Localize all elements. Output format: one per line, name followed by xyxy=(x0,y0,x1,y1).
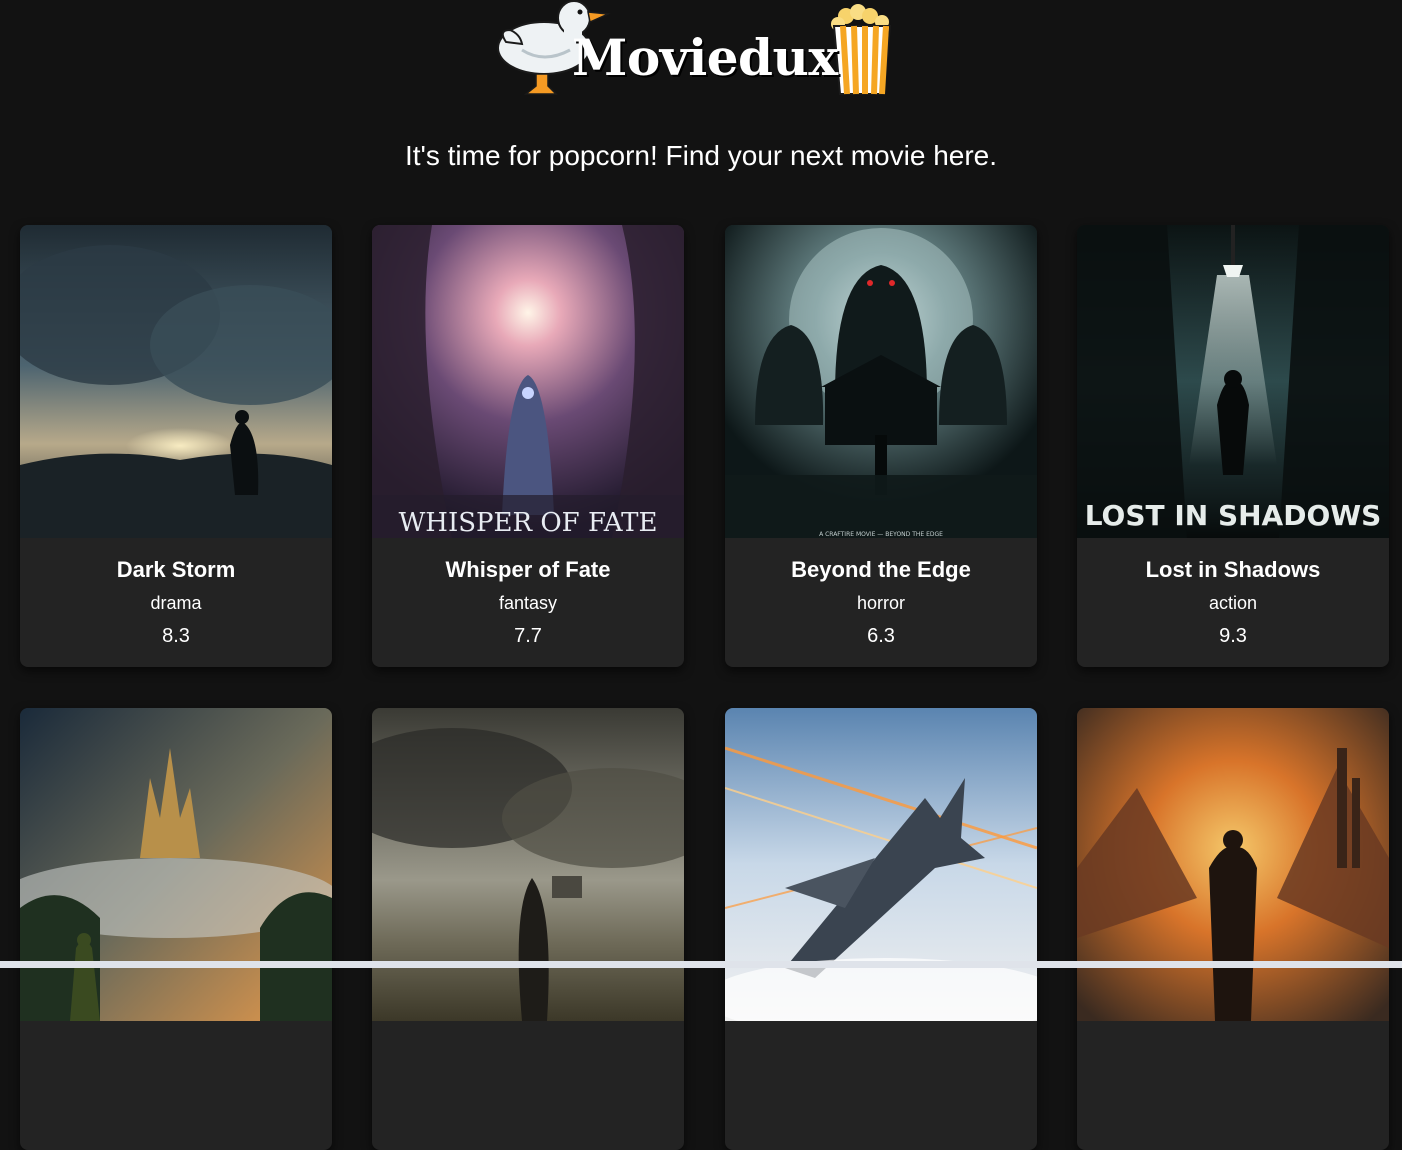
movie-card[interactable] xyxy=(725,708,1037,1150)
movie-card[interactable] xyxy=(20,708,332,1150)
movie-card[interactable]: A CRAFTIRE MOVIE — BEYOND THE EDGE Beyon… xyxy=(725,225,1037,667)
movie-genre: action xyxy=(1208,593,1258,613)
movies-grid: Dark Storm drama 8.3 WHISPER OF FATE Whi… xyxy=(20,225,1390,1150)
movie-poster: A CRAFTIRE MOVIE — BEYOND THE EDGE xyxy=(725,225,1037,538)
movie-poster xyxy=(20,708,332,1021)
movie-genre: drama xyxy=(150,593,202,613)
movie-rating: 8.3 xyxy=(162,625,190,647)
movie-card[interactable]: WHISPER OF FATE Whisper of Fate fantasy … xyxy=(372,225,684,667)
poster-credits: A CRAFTIRE MOVIE — BEYOND THE EDGE xyxy=(819,531,943,538)
movie-card[interactable]: Dark Storm drama 8.3 xyxy=(20,225,332,667)
movie-card[interactable]: LOST IN SHADOWS Lost in Shadows action 9… xyxy=(1077,225,1389,667)
movie-card[interactable] xyxy=(1077,708,1389,1150)
movie-rating: 9.3 xyxy=(1219,625,1247,647)
poster-title: WHISPER OF FATE xyxy=(399,508,658,538)
movie-poster xyxy=(1077,708,1389,1021)
site-header: Moviedux It's time for popcorn! Find you… xyxy=(0,0,1402,171)
movie-title: Whisper of Fate xyxy=(445,557,611,582)
movie-genre: horror xyxy=(856,593,905,613)
movie-title: Beyond the Edge xyxy=(791,557,971,582)
movie-title: Dark Storm xyxy=(116,557,236,582)
movie-card[interactable] xyxy=(372,708,684,1150)
tagline: It's time for popcorn! Find your next mo… xyxy=(404,140,998,171)
poster-title: LOST IN SHADOWS xyxy=(1085,499,1382,532)
movie-rating: 7.7 xyxy=(514,625,542,647)
movie-rating: 6.3 xyxy=(867,625,895,647)
movie-genre: fantasy xyxy=(498,593,558,613)
movie-poster: LOST IN SHADOWS xyxy=(1077,225,1389,538)
movie-poster xyxy=(725,708,1037,1021)
movie-poster xyxy=(20,225,332,538)
movie-title: Lost in Shadows xyxy=(1145,557,1321,582)
popcorn-icon xyxy=(831,4,892,95)
logo-text[interactable]: Moviedux xyxy=(572,28,838,87)
movie-poster: WHISPER OF FATE xyxy=(372,225,684,538)
movie-poster xyxy=(372,708,684,1021)
horizontal-scrollbar[interactable] xyxy=(0,961,1402,968)
